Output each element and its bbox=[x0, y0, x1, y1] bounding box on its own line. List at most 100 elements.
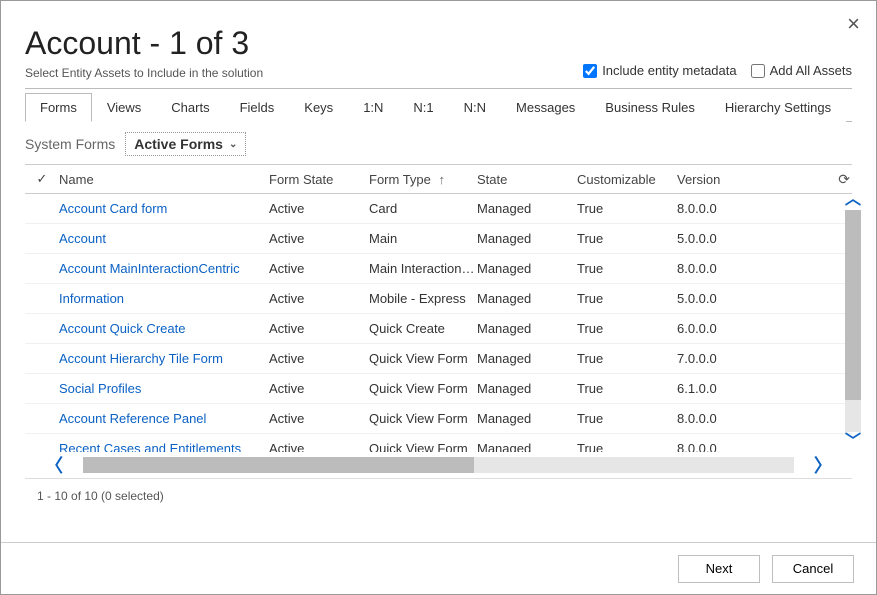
filter-label: System Forms bbox=[25, 136, 115, 152]
select-all-check[interactable]: ✓ bbox=[25, 171, 59, 187]
next-button[interactable]: Next bbox=[678, 555, 760, 583]
page-title: Account - 1 of 3 bbox=[25, 25, 263, 62]
table-row[interactable]: Account Hierarchy Tile FormActiveQuick V… bbox=[25, 344, 852, 374]
row-name-link[interactable]: Social Profiles bbox=[59, 381, 269, 396]
vscroll-track[interactable] bbox=[845, 210, 861, 432]
row-customizable: True bbox=[577, 411, 677, 426]
close-icon[interactable]: × bbox=[847, 11, 860, 37]
filter-value: Active Forms bbox=[134, 136, 223, 152]
status-text: 1 - 10 of 10 (0 selected) bbox=[25, 478, 852, 513]
tab-business-rules[interactable]: Business Rules bbox=[590, 93, 710, 122]
row-state: Managed bbox=[477, 441, 577, 452]
table-row[interactable]: Account Quick CreateActiveQuick CreateMa… bbox=[25, 314, 852, 344]
row-customizable: True bbox=[577, 381, 677, 396]
col-form-state[interactable]: Form State bbox=[269, 172, 369, 187]
table-row[interactable]: Account Card formActiveCardManagedTrue8.… bbox=[25, 194, 852, 224]
row-version: 6.1.0.0 bbox=[677, 381, 757, 396]
scroll-up-icon[interactable]: ︿ bbox=[845, 192, 861, 208]
include-metadata-label: Include entity metadata bbox=[602, 63, 736, 78]
row-version: 5.0.0.0 bbox=[677, 291, 757, 306]
row-state: Managed bbox=[477, 231, 577, 246]
row-form-state: Active bbox=[269, 381, 369, 396]
row-version: 7.0.0.0 bbox=[677, 351, 757, 366]
col-name[interactable]: Name bbox=[59, 172, 269, 187]
add-all-checkbox[interactable]: Add All Assets bbox=[751, 63, 852, 78]
row-name-link[interactable]: Account Quick Create bbox=[59, 321, 269, 336]
col-customizable[interactable]: Customizable bbox=[577, 172, 677, 187]
row-name-link[interactable]: Information bbox=[59, 291, 269, 306]
hscroll-thumb[interactable] bbox=[83, 457, 474, 473]
add-all-label: Add All Assets bbox=[770, 63, 852, 78]
row-state: Managed bbox=[477, 381, 577, 396]
hscroll-track[interactable] bbox=[83, 457, 794, 473]
row-form-type: Card bbox=[369, 201, 477, 216]
row-version: 8.0.0.0 bbox=[677, 261, 757, 276]
scroll-right-icon[interactable]: 〉 bbox=[794, 452, 852, 478]
row-form-type: Quick View Form bbox=[369, 441, 477, 452]
include-metadata-checkbox[interactable]: Include entity metadata bbox=[583, 63, 736, 78]
row-form-type: Mobile - Express bbox=[369, 291, 477, 306]
filter-dropdown[interactable]: Active Forms ⌄ bbox=[125, 132, 246, 156]
row-customizable: True bbox=[577, 291, 677, 306]
add-all-input[interactable] bbox=[751, 64, 765, 78]
table-row[interactable]: Social ProfilesActiveQuick View FormMana… bbox=[25, 374, 852, 404]
col-state[interactable]: State bbox=[477, 172, 577, 187]
table-row[interactable]: InformationActiveMobile - ExpressManaged… bbox=[25, 284, 852, 314]
row-state: Managed bbox=[477, 411, 577, 426]
col-version[interactable]: Version bbox=[677, 172, 757, 187]
row-form-state: Active bbox=[269, 441, 369, 452]
grid-header: ✓ Name Form State Form Type ↑ State Cust… bbox=[25, 164, 852, 194]
row-form-state: Active bbox=[269, 321, 369, 336]
row-version: 8.0.0.0 bbox=[677, 201, 757, 216]
row-state: Managed bbox=[477, 351, 577, 366]
tab-views[interactable]: Views bbox=[92, 93, 156, 122]
sort-asc-icon: ↑ bbox=[439, 172, 446, 187]
table-row[interactable]: Recent Cases and EntitlementsActiveQuick… bbox=[25, 434, 852, 452]
horizontal-scrollbar[interactable]: 〈 〉 bbox=[25, 456, 852, 474]
tab-n-n[interactable]: N:N bbox=[449, 93, 501, 122]
row-name-link[interactable]: Account bbox=[59, 231, 269, 246]
row-name-link[interactable]: Account Card form bbox=[59, 201, 269, 216]
row-name-link[interactable]: Account Hierarchy Tile Form bbox=[59, 351, 269, 366]
refresh-icon[interactable]: ⟳ bbox=[838, 171, 850, 188]
row-version: 6.0.0.0 bbox=[677, 321, 757, 336]
cancel-button[interactable]: Cancel bbox=[772, 555, 854, 583]
table-row[interactable]: Account MainInteractionCentricActiveMain… bbox=[25, 254, 852, 284]
scroll-down-icon[interactable]: ﹀ bbox=[845, 434, 861, 450]
row-customizable: True bbox=[577, 231, 677, 246]
row-form-state: Active bbox=[269, 351, 369, 366]
tab-charts[interactable]: Charts bbox=[156, 93, 224, 122]
tab-keys[interactable]: Keys bbox=[289, 93, 348, 122]
col-form-type-label: Form Type bbox=[369, 172, 431, 187]
page-subtitle: Select Entity Assets to Include in the s… bbox=[25, 66, 263, 80]
row-customizable: True bbox=[577, 441, 677, 452]
row-form-state: Active bbox=[269, 261, 369, 276]
row-form-state: Active bbox=[269, 411, 369, 426]
tab-messages[interactable]: Messages bbox=[501, 93, 590, 122]
row-name-link[interactable]: Account MainInteractionCentric bbox=[59, 261, 269, 276]
row-form-state: Active bbox=[269, 291, 369, 306]
tab-n-1[interactable]: N:1 bbox=[398, 93, 448, 122]
include-metadata-input[interactable] bbox=[583, 64, 597, 78]
row-name-link[interactable]: Account Reference Panel bbox=[59, 411, 269, 426]
row-customizable: True bbox=[577, 351, 677, 366]
row-form-type: Quick View Form bbox=[369, 381, 477, 396]
footer: Next Cancel bbox=[1, 542, 876, 594]
tab-1-n[interactable]: 1:N bbox=[348, 93, 398, 122]
col-form-type[interactable]: Form Type ↑ bbox=[369, 172, 477, 187]
vscroll-thumb[interactable] bbox=[845, 210, 861, 400]
tab-hierarchy-settings[interactable]: Hierarchy Settings bbox=[710, 93, 846, 122]
tab-forms[interactable]: Forms bbox=[25, 93, 92, 122]
row-form-type: Quick View Form bbox=[369, 411, 477, 426]
row-form-type: Main Interaction… bbox=[369, 261, 477, 276]
row-customizable: True bbox=[577, 201, 677, 216]
row-form-type: Quick Create bbox=[369, 321, 477, 336]
table-row[interactable]: Account Reference PanelActiveQuick View … bbox=[25, 404, 852, 434]
row-name-link[interactable]: Recent Cases and Entitlements bbox=[59, 441, 269, 452]
tab-fields[interactable]: Fields bbox=[225, 93, 290, 122]
scroll-left-icon[interactable]: 〈 bbox=[25, 452, 83, 478]
table-row[interactable]: AccountActiveMainManagedTrue5.0.0.0 bbox=[25, 224, 852, 254]
row-version: 5.0.0.0 bbox=[677, 231, 757, 246]
vertical-scrollbar[interactable]: ︿ ﹀ bbox=[844, 192, 862, 450]
row-state: Managed bbox=[477, 201, 577, 216]
